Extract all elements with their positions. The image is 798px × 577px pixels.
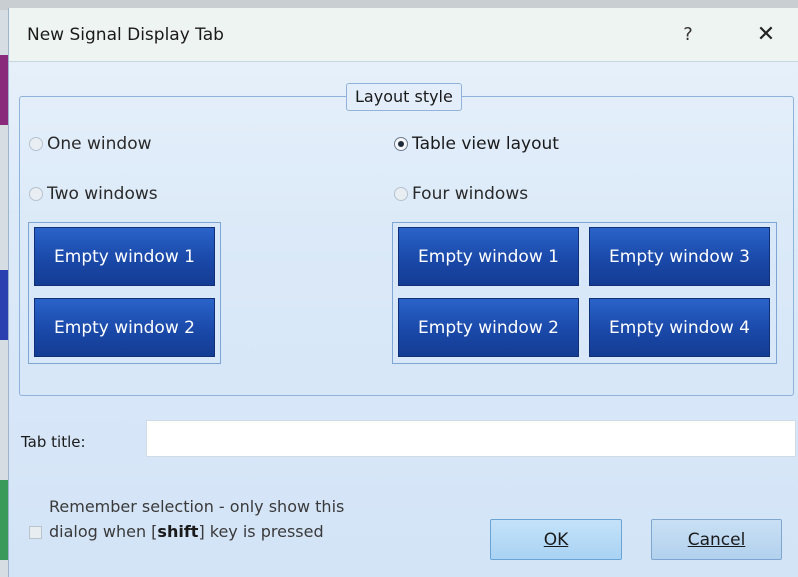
remember-selection-checkbox[interactable] (29, 526, 42, 539)
empty-window-1-button[interactable]: Empty window 1 (34, 227, 215, 286)
empty-window-3-button[interactable]: Empty window 3 (589, 227, 770, 286)
radio-indicator (394, 187, 408, 201)
empty-window-1-button[interactable]: Empty window 1 (398, 227, 579, 286)
background-edge-mark (0, 55, 8, 125)
shift-key-label: shift (157, 522, 199, 541)
radio-label: Four windows (412, 184, 529, 204)
remember-selection-label: Remember selection - only show this dial… (49, 494, 409, 544)
tab-title-input[interactable] (146, 420, 796, 457)
help-button[interactable]: ? (673, 20, 703, 50)
ok-button[interactable]: OK (490, 519, 622, 560)
radio-label: One window (47, 134, 152, 154)
remember-line1: Remember selection - only show this (49, 497, 345, 516)
radio-one-window[interactable]: One window (29, 134, 152, 154)
empty-window-2-button[interactable]: Empty window 2 (398, 298, 579, 357)
radio-label: Table view layout (412, 134, 559, 154)
close-button[interactable]: ✕ (749, 20, 783, 50)
radio-indicator (394, 137, 408, 151)
dialog-title: New Signal Display Tab (27, 25, 224, 45)
empty-window-2-button[interactable]: Empty window 2 (34, 298, 215, 357)
background-edge-mark (0, 270, 8, 340)
cancel-button[interactable]: Cancel (651, 519, 782, 560)
radio-four-windows[interactable]: Four windows (394, 184, 528, 204)
radio-indicator (29, 137, 43, 151)
tab-title-label: Tab title: (21, 433, 86, 451)
dialog-titlebar: New Signal Display Tab ? ✕ (9, 8, 798, 62)
radio-two-windows[interactable]: Two windows (29, 184, 158, 204)
radio-table-view-layout[interactable]: Table view layout (394, 134, 559, 154)
radio-label: Two windows (47, 184, 158, 204)
radio-indicator (29, 187, 43, 201)
remember-line2-suffix: ] key is pressed (198, 522, 324, 541)
empty-window-4-button[interactable]: Empty window 4 (589, 298, 770, 357)
layout-style-legend: Layout style (346, 83, 462, 111)
new-signal-display-tab-dialog: New Signal Display Tab ? ✕ Layout style … (8, 8, 798, 577)
background-edge-mark (0, 480, 8, 560)
remember-line2-prefix: dialog when [ (49, 522, 158, 541)
